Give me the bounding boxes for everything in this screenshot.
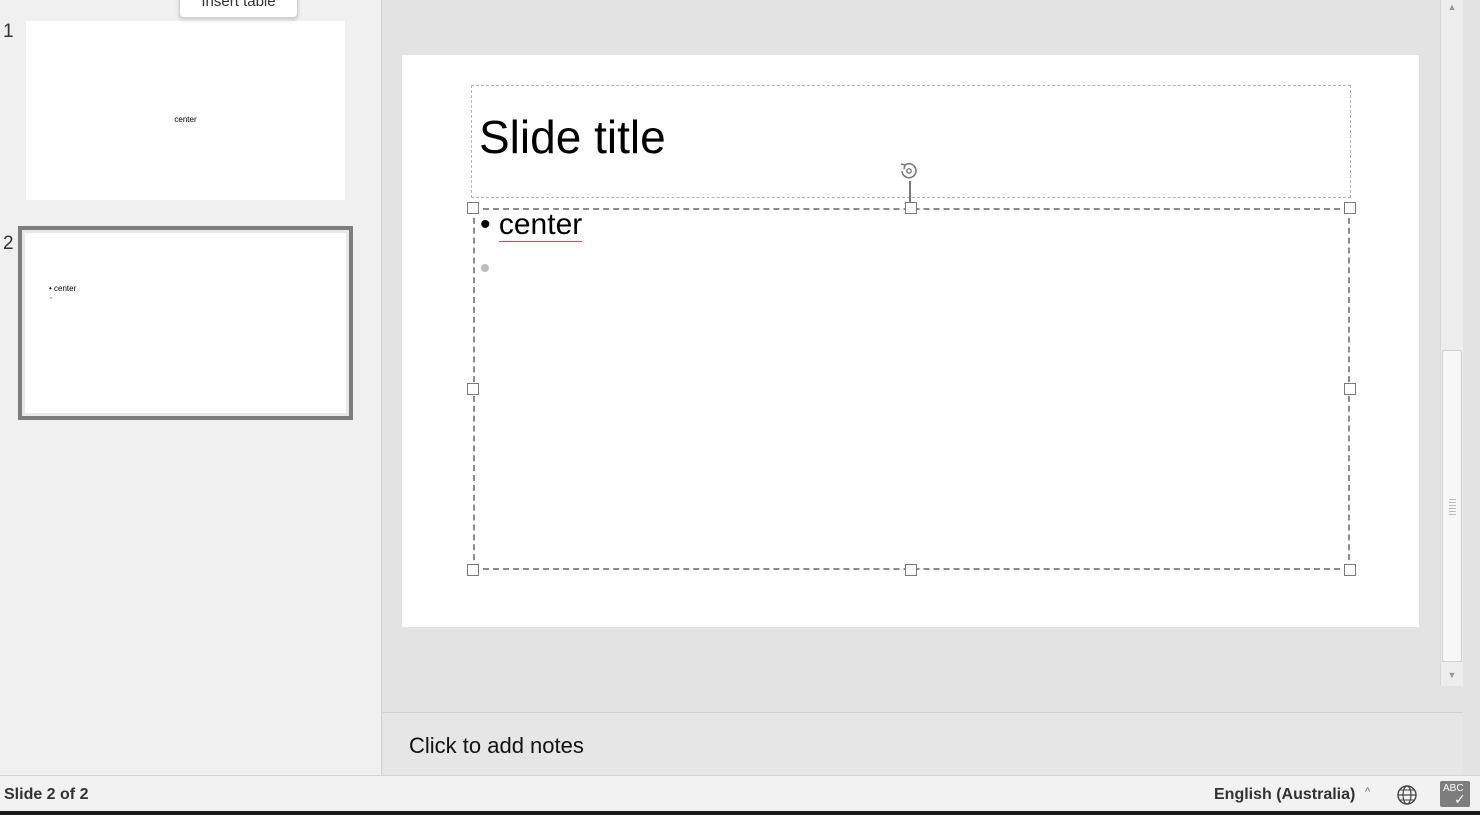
spellcheck-icon[interactable]: ABC ✓ bbox=[1440, 781, 1470, 807]
rotate-handle-stem bbox=[909, 181, 911, 203]
resize-handle-bottom[interactable] bbox=[905, 564, 917, 576]
resize-handle-top-right[interactable] bbox=[1344, 202, 1356, 214]
insert-table-tooltip: Insert table bbox=[179, 0, 298, 18]
vertical-scrollbar[interactable]: ▲ ▼ bbox=[1440, 0, 1463, 686]
content-bullet-line[interactable]: • center bbox=[480, 208, 583, 242]
scroll-down-arrow[interactable]: ▼ bbox=[1445, 668, 1459, 682]
slide-number-2: 2 bbox=[3, 233, 14, 254]
notes-placeholder[interactable]: Click to add notes bbox=[409, 733, 584, 759]
empty-bullet-marker bbox=[481, 264, 489, 272]
scrollbar-grip-icon bbox=[1449, 499, 1456, 517]
scroll-up-arrow[interactable]: ▲ bbox=[1445, 0, 1459, 14]
slide-thumbnail-2-empty-bullet bbox=[50, 297, 52, 299]
rotate-handle-icon[interactable] bbox=[898, 160, 920, 182]
notes-pane[interactable]: Click to add notes bbox=[383, 712, 1463, 775]
slide-position-status: Slide 2 of 2 bbox=[4, 786, 89, 803]
resize-handle-top[interactable] bbox=[905, 202, 917, 214]
resize-handle-bottom-left[interactable] bbox=[467, 564, 479, 576]
status-bar: Slide 2 of 2 English (Australia) ^ ABC ✓ bbox=[0, 775, 1480, 811]
window-bottom-edge bbox=[0, 811, 1480, 815]
bullet-text[interactable]: center bbox=[498, 208, 583, 242]
check-icon: ✓ bbox=[1454, 791, 1466, 807]
bullet-marker: • bbox=[480, 208, 491, 241]
slide-thumbnail-2-text: • center bbox=[49, 284, 77, 293]
scrollbar-thumb[interactable] bbox=[1442, 350, 1462, 662]
resize-handle-right[interactable] bbox=[1344, 383, 1356, 395]
content-placeholder-box[interactable] bbox=[473, 208, 1350, 570]
resize-handle-top-left[interactable] bbox=[467, 202, 479, 214]
chevron-up-icon[interactable]: ^ bbox=[1365, 786, 1370, 798]
globe-icon[interactable] bbox=[1396, 784, 1418, 806]
right-gutter bbox=[1463, 0, 1480, 775]
resize-handle-left[interactable] bbox=[467, 383, 479, 395]
slide-thumbnail-1-text: center bbox=[174, 115, 197, 124]
slide-thumbnail-1[interactable]: center bbox=[26, 21, 345, 200]
slide-thumbnail-2-canvas: • center bbox=[25, 233, 346, 413]
slide-sorter-panel: 1 center 2 • center Insert table bbox=[0, 0, 382, 775]
language-selector[interactable]: English (Australia) bbox=[1214, 786, 1355, 804]
slide-number-1: 1 bbox=[3, 21, 14, 42]
slide-thumbnail-2[interactable]: • center bbox=[18, 226, 353, 420]
slide-title[interactable]: Slide title bbox=[479, 110, 666, 164]
resize-handle-bottom-right[interactable] bbox=[1344, 564, 1356, 576]
